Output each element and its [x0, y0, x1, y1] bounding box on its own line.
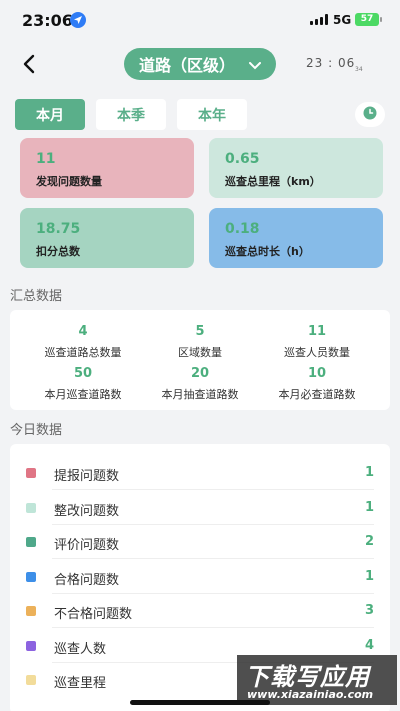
- summary-item: 20 本月抽查道路数: [137, 366, 263, 402]
- summary-section-title: 汇总数据: [10, 289, 63, 304]
- summary-item: 11 巡查人员数量: [254, 324, 380, 360]
- list-item: 整改问题数 1: [10, 491, 390, 525]
- summary-item: 10 本月必查道路数: [254, 366, 380, 402]
- legend-swatch: [26, 572, 36, 582]
- summary-label: 区域数量: [178, 346, 222, 359]
- summary-item: 50 本月巡查道路数: [20, 366, 146, 402]
- list-item-value: 2: [364, 534, 374, 549]
- list-item-label: 巡查里程: [54, 676, 107, 691]
- page-title: 道路（区级）: [138, 56, 235, 75]
- stat-label: 巡查总时长（h）: [225, 245, 310, 258]
- summary-label: 本月抽查道路数: [161, 388, 239, 401]
- tab-quarter[interactable]: 本季: [96, 99, 166, 130]
- stat-card-total-duration: 0.18 巡查总时长（h）: [209, 208, 383, 268]
- category-selector[interactable]: 道路（区级）: [124, 48, 276, 80]
- tab-month[interactable]: 本月: [15, 99, 85, 130]
- summary-card: 4 巡查道路总数量 5 区域数量 11 巡查人员数量 50 本月巡查道路数 20…: [10, 310, 390, 410]
- row-divider: [52, 558, 374, 559]
- list-item: 评价问题数 2: [10, 525, 390, 559]
- stat-card-total-mileage: 0.65 巡查总里程（km）: [209, 138, 383, 198]
- legend-swatch: [26, 468, 36, 478]
- legend-swatch: [26, 675, 36, 685]
- location-arrow-icon: [70, 12, 86, 28]
- battery-icon: 57: [355, 13, 382, 26]
- watermark-logo: 下载写应用 www.xiazainiao.com: [237, 655, 397, 705]
- list-item-value: 1: [364, 569, 374, 584]
- legend-swatch: [26, 537, 36, 547]
- row-divider: [52, 489, 374, 490]
- list-item-value: 4: [364, 638, 374, 653]
- row-divider: [52, 627, 374, 628]
- summary-label: 本月巡查道路数: [44, 388, 122, 401]
- status-bar: 23:06 5G 57: [0, 0, 400, 40]
- list-item-value: 1: [364, 500, 374, 515]
- stat-label: 扣分总数: [36, 245, 80, 258]
- watermark-title: 下载写应用: [245, 663, 370, 691]
- history-button[interactable]: [355, 102, 385, 127]
- back-arrow-icon[interactable]: [18, 52, 42, 76]
- summary-label: 巡查道路总数量: [44, 346, 122, 359]
- summary-item: 4 巡查道路总数量: [20, 324, 146, 360]
- chevron-down-icon: [249, 55, 261, 74]
- stat-value: 18.75: [36, 221, 81, 237]
- summary-value: 20: [190, 366, 210, 381]
- summary-value: 10: [307, 366, 327, 381]
- list-item-label: 合格问题数: [54, 573, 120, 588]
- list-item-label: 提报问题数: [54, 469, 120, 484]
- summary-label: 本月必查道路数: [278, 388, 356, 401]
- stat-value: 0.18: [225, 221, 260, 237]
- stat-card-issues-found: 11 发现问题数量: [20, 138, 194, 198]
- stat-label: 发现问题数量: [36, 175, 102, 188]
- legend-swatch: [26, 641, 36, 651]
- list-item-label: 不合格问题数: [54, 607, 133, 622]
- list-item: 提报问题数 1: [10, 456, 390, 490]
- summary-value: 5: [195, 324, 205, 339]
- list-item-label: 评价问题数: [54, 538, 120, 553]
- header-clock-seconds: 34: [355, 66, 363, 73]
- network-type: 5G: [333, 13, 352, 27]
- clock-icon: [363, 105, 377, 124]
- stat-value: 11: [36, 151, 56, 167]
- summary-item: 5 区域数量: [137, 324, 263, 360]
- period-tabs: 本月 本季 本年: [15, 99, 247, 130]
- status-time: 23:06: [22, 11, 73, 30]
- today-section-title: 今日数据: [10, 423, 63, 438]
- header: 道路（区级） 23 : 06 34: [0, 40, 400, 90]
- legend-swatch: [26, 606, 36, 616]
- header-clock: 23 : 06: [306, 56, 356, 70]
- legend-swatch: [26, 503, 36, 513]
- list-item-value: 3: [364, 603, 374, 618]
- summary-value: 4: [78, 324, 88, 339]
- tab-year[interactable]: 本年: [177, 99, 247, 130]
- list-item-value: 1: [364, 465, 374, 480]
- summary-value: 11: [307, 324, 327, 339]
- list-item-label: 整改问题数: [54, 504, 120, 519]
- list-item: 不合格问题数 3: [10, 594, 390, 628]
- summary-value: 50: [73, 366, 93, 381]
- stat-label: 巡查总里程（km）: [225, 175, 321, 188]
- stat-value: 0.65: [225, 151, 260, 167]
- summary-label: 巡查人员数量: [284, 346, 350, 359]
- stat-card-total-deduction: 18.75 扣分总数: [20, 208, 194, 268]
- cellular-signal-icon: [310, 14, 328, 25]
- list-item: 合格问题数 1: [10, 560, 390, 594]
- list-item-label: 巡查人数: [54, 642, 107, 657]
- home-indicator[interactable]: [130, 700, 270, 705]
